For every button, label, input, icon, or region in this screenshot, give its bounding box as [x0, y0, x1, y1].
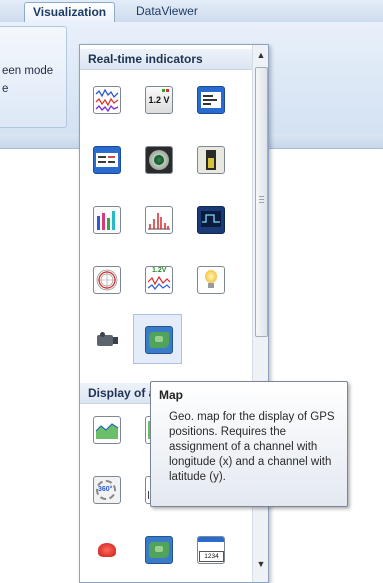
grip-line: [259, 202, 264, 203]
scroll-up-icon[interactable]: ▲: [253, 47, 268, 63]
multi-bar-icon: [93, 206, 121, 234]
value-table-label: 1234: [199, 551, 224, 562]
instrument-numeric-indicator[interactable]: 1.2 V: [136, 77, 182, 123]
instrument-car[interactable]: [84, 527, 130, 573]
instrument-combined-recorder[interactable]: 1.2V: [136, 257, 182, 303]
rotation-label: 360°: [98, 486, 113, 493]
instrument-spectrum[interactable]: [136, 197, 182, 243]
instrument-video[interactable]: [84, 317, 130, 363]
value-table-icon: 1234: [197, 536, 225, 564]
tooltip-body: Geo. map for the display of GPS position…: [169, 411, 335, 483]
instrument-map-2[interactable]: [136, 527, 182, 573]
instrument-channel-table[interactable]: [84, 137, 130, 183]
oscilloscope-icon: [197, 206, 225, 234]
instrument-area-chart[interactable]: [84, 407, 130, 453]
instrument-bar-indicator[interactable]: [188, 137, 234, 183]
instrument-map[interactable]: [133, 314, 182, 364]
grip-line: [259, 196, 264, 197]
analog-meter-icon: [145, 146, 173, 174]
instrument-analog-meter[interactable]: [136, 137, 182, 183]
scrollbar-thumb[interactable]: [255, 67, 268, 337]
grip-line: [259, 199, 264, 200]
instrument-rotation[interactable]: 360°: [84, 467, 130, 513]
instrument-oscilloscope[interactable]: [188, 197, 234, 243]
tab-dataviewer[interactable]: DataViewer: [128, 2, 206, 21]
tab-visualization[interactable]: Visualization: [24, 2, 116, 23]
spectrum-icon: [145, 206, 173, 234]
map-icon: [145, 536, 173, 564]
instrument-lamp[interactable]: [188, 257, 234, 303]
ribbon-tab-strip: Visualization DataViewer: [0, 0, 383, 23]
ribbon-group-label: een mode: [2, 65, 54, 77]
instrument-recorder[interactable]: [84, 77, 130, 123]
scroll-down-icon[interactable]: ▼: [253, 556, 268, 572]
area-chart-icon: [93, 416, 121, 444]
text-display-icon: [197, 86, 225, 114]
instrument-text-display[interactable]: [188, 77, 234, 123]
combined-recorder-icon: 1.2V: [145, 266, 173, 294]
recorder-icon: [93, 86, 121, 114]
ribbon-group-screen-mode[interactable]: een mode e: [0, 26, 67, 128]
polar-plot-icon: [93, 266, 121, 294]
map-tooltip: Map Geo. map for the display of GPS posi…: [150, 381, 348, 507]
bar-indicator-icon: [197, 146, 225, 174]
instrument-polar-plot[interactable]: [84, 257, 130, 303]
video-icon: [93, 326, 121, 354]
tooltip-title: Map: [159, 388, 183, 402]
section-header-real-time-indicators: Real-time indicators: [80, 49, 260, 70]
numeric-indicator-icon: 1.2 V: [145, 86, 173, 114]
ribbon-group-label-2: e: [2, 83, 9, 95]
numeric-indicator-label: 1.2 V: [148, 95, 170, 105]
car-icon: [93, 536, 121, 564]
rotation-360-icon: 360°: [93, 476, 121, 504]
map-icon: [145, 326, 173, 354]
instrument-multi-bar[interactable]: [84, 197, 130, 243]
instrument-value-table[interactable]: 1234: [188, 527, 234, 573]
lamp-icon: [197, 266, 225, 294]
channel-table-icon: [93, 146, 121, 174]
